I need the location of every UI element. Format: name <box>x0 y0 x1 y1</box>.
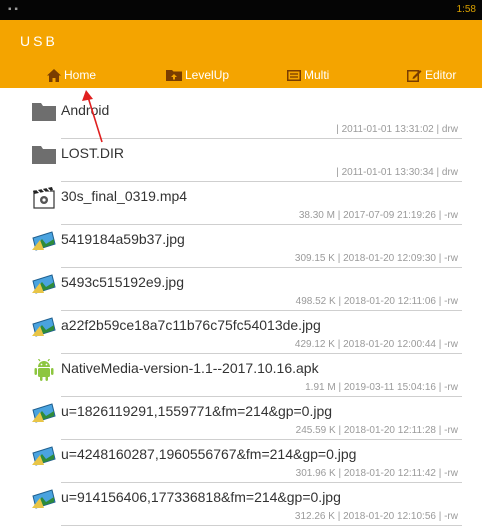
file-row-video[interactable]: 30s_final_0319.mp4 38.30 M | 2017-07-09 … <box>0 182 482 225</box>
image-icon <box>32 403 56 423</box>
file-name: 30s_final_0319.mp4 <box>61 188 188 204</box>
edit-icon <box>407 70 422 82</box>
multi-label: Multi <box>304 68 330 82</box>
file-name: 5493c515192e9.jpg <box>61 274 185 290</box>
multi-select-icon <box>287 69 301 81</box>
folder-icon <box>32 103 56 121</box>
file-name: Android <box>61 102 110 118</box>
file-meta: 429.12 K | 2018-01-20 12:00:44 | -rw <box>294 339 458 350</box>
app-title: USB <box>20 33 58 49</box>
editor-button[interactable]: Editor <box>407 62 456 88</box>
file-meta: | 2011-01-01 13:30:34 | drw <box>336 167 458 178</box>
file-meta: 245.59 K | 2018-01-20 12:11:28 | -rw <box>295 425 458 436</box>
file-meta: 312.26 K | 2018-01-20 12:10:56 | -rw <box>294 511 458 522</box>
image-icon <box>32 489 56 509</box>
file-row-image[interactable]: 5419184a59b37.jpg 309.15 K | 2018-01-20 … <box>0 225 482 268</box>
multi-button[interactable]: Multi <box>287 62 329 88</box>
home-label: Home <box>64 68 97 82</box>
image-icon <box>32 317 56 337</box>
file-row-image[interactable]: u=1826119291,1559771&fm=214&gp=0.jpg 245… <box>0 397 482 440</box>
file-meta: 301.96 K | 2018-01-20 12:11:42 | -rw <box>295 468 458 479</box>
android-icon <box>34 359 54 381</box>
file-name: NativeMedia-version-1.1--2017.10.16.apk <box>61 360 319 376</box>
status-bar: ▪ ▪ 1:58 <box>0 0 482 20</box>
folder-up-icon <box>166 70 182 81</box>
file-row-image[interactable]: a22f2b59ce18a7c11b76c75fc54013de.jpg 429… <box>0 311 482 354</box>
file-name: a22f2b59ce18a7c11b76c75fc54013de.jpg <box>61 317 321 333</box>
home-icon <box>47 68 61 82</box>
file-meta: | 2011-01-01 13:31:02 | drw <box>336 124 458 135</box>
file-meta: 38.30 M | 2017-07-09 21:19:26 | -rw <box>298 210 458 221</box>
notification-icon: ▪ ▪ <box>8 4 18 15</box>
file-name: u=914156406,177336818&fm=214&gp=0.jpg <box>61 489 341 505</box>
file-row-image[interactable]: 5493c515192e9.jpg 498.52 K | 2018-01-20 … <box>0 268 482 311</box>
editor-label: Editor <box>425 68 457 82</box>
image-icon <box>32 446 56 466</box>
file-row-apk[interactable]: NativeMedia-version-1.1--2017.10.16.apk … <box>0 354 482 397</box>
levelup-label: LevelUp <box>185 68 230 82</box>
file-name: 5419184a59b37.jpg <box>61 231 185 247</box>
app-header: USB Home LevelUp Multi Editor <box>0 20 482 88</box>
file-meta: 309.15 K | 2018-01-20 12:09:30 | -rw <box>294 253 458 264</box>
file-row-image[interactable]: u=4248160287,1960556767&fm=214&gp=0.jpg … <box>0 440 482 483</box>
file-name: u=1826119291,1559771&fm=214&gp=0.jpg <box>61 403 333 419</box>
levelup-button[interactable]: LevelUp <box>166 62 229 88</box>
image-icon <box>32 231 56 251</box>
file-row-android[interactable]: Android | 2011-01-01 13:31:02 | drw <box>0 96 482 139</box>
file-meta: 498.52 K | 2018-01-20 12:11:06 | -rw <box>295 296 458 307</box>
file-meta: 1.91 M | 2019-03-11 15:04:16 | -rw <box>305 382 458 393</box>
toolbar: Home LevelUp Multi Editor <box>0 62 482 88</box>
file-row-lost-dir[interactable]: LOST.DIR | 2011-01-01 13:30:34 | drw <box>0 139 482 182</box>
file-name: LOST.DIR <box>61 145 125 161</box>
folder-icon <box>32 146 56 164</box>
video-icon <box>33 187 55 209</box>
status-time: 1:58 <box>456 4 476 15</box>
home-button[interactable]: Home <box>47 62 96 88</box>
file-name: u=4248160287,1960556767&fm=214&gp=0.jpg <box>61 446 357 462</box>
file-row-image[interactable]: u=914156406,177336818&fm=214&gp=0.jpg 31… <box>0 483 482 526</box>
image-icon <box>32 274 56 294</box>
